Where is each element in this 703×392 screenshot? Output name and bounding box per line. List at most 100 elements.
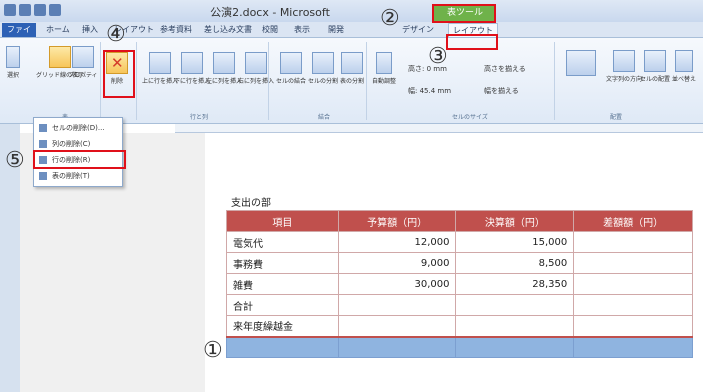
- distribute-cols-button[interactable]: 幅を揃える: [484, 86, 519, 96]
- table-row: 電気代 12,000 15,000: [226, 231, 693, 253]
- table-cell[interactable]: [455, 336, 575, 358]
- autofit-icon: [376, 52, 392, 74]
- group-label-merge: 結合: [318, 114, 331, 121]
- tab-review[interactable]: 校閲: [258, 23, 282, 37]
- table-row: 来年度繰越金: [226, 315, 693, 338]
- split-icon: [312, 52, 334, 74]
- insert-left-button[interactable]: 左に列を挿入: [206, 52, 242, 85]
- sort-icon: [675, 50, 693, 72]
- cell-margins-button[interactable]: セルの配置: [640, 50, 670, 83]
- table-cell[interactable]: [455, 315, 575, 338]
- properties-icon: [71, 46, 94, 68]
- table-cell[interactable]: 30,000: [337, 273, 457, 295]
- tab-insert[interactable]: 挿入: [78, 23, 102, 37]
- table-cell[interactable]: [573, 231, 693, 253]
- highlight-layout-tab: [446, 34, 498, 50]
- table-row: 事務費 9,000 8,500: [226, 252, 693, 274]
- insert-above-button[interactable]: 上に行を挿入: [142, 52, 178, 85]
- table-cell[interactable]: [573, 336, 693, 358]
- table-header: 決算額（円）: [455, 210, 575, 232]
- table-cell[interactable]: [337, 294, 457, 316]
- autofit-button[interactable]: 自動調整: [372, 52, 396, 85]
- step-number-5: ⑤: [5, 148, 25, 173]
- menu-delete-columns[interactable]: 列の削除(C): [36, 137, 121, 151]
- col-width-field[interactable]: 幅: 45.4 mm: [408, 86, 451, 96]
- word-icon: [4, 4, 16, 16]
- step-number-1: ①: [203, 338, 223, 363]
- table-cell[interactable]: 事務費: [226, 252, 339, 274]
- tab-view[interactable]: 表示: [290, 23, 314, 37]
- table-cell[interactable]: [573, 273, 693, 295]
- highlight-context-tab: [432, 4, 496, 23]
- group-label-rows-cols: 行と列: [190, 114, 209, 121]
- text-direction-icon: [613, 50, 635, 72]
- table-cell[interactable]: 合計: [226, 294, 339, 316]
- tab-design[interactable]: デザイン: [398, 23, 438, 37]
- properties-button[interactable]: プロパティ: [68, 46, 98, 79]
- menu-delete-table[interactable]: 表の削除(T): [36, 169, 121, 183]
- selected-table-row[interactable]: [226, 336, 693, 358]
- table-header: 項目: [226, 210, 339, 232]
- undo-icon[interactable]: [34, 4, 46, 16]
- ribbon-separator: [366, 42, 367, 120]
- cursor-icon: [6, 46, 20, 68]
- insert-col-left-icon: [213, 52, 235, 74]
- align-grid-icon: [566, 50, 596, 76]
- table-cell[interactable]: [573, 294, 693, 316]
- distribute-rows-button[interactable]: 高さを揃える: [484, 64, 526, 74]
- table-cell[interactable]: [573, 252, 693, 274]
- insert-below-button[interactable]: 下に行を挿入: [174, 52, 210, 85]
- table-cell[interactable]: [337, 336, 457, 358]
- horizontal-ruler: [175, 124, 703, 133]
- table-cell[interactable]: [337, 315, 457, 338]
- ribbon-separator: [268, 42, 269, 120]
- split-table-icon: [341, 52, 363, 74]
- table-cell[interactable]: 電気代: [226, 231, 339, 253]
- table-cell[interactable]: [455, 294, 575, 316]
- save-icon[interactable]: [19, 4, 31, 16]
- table-row: 合計: [226, 294, 693, 316]
- table-cell[interactable]: 8,500: [455, 252, 575, 274]
- group-label-cell-size: セルのサイズ: [452, 114, 488, 121]
- tab-file[interactable]: ファイル: [2, 23, 36, 48]
- tab-mailings[interactable]: 差し込み文書: [200, 23, 256, 37]
- merge-cells-button[interactable]: セルの結合: [276, 52, 306, 85]
- table-cell[interactable]: [573, 315, 693, 338]
- sort-button[interactable]: 並べ替え: [672, 50, 696, 83]
- split-cells-button[interactable]: セルの分割: [308, 52, 338, 85]
- alignment-grid-button[interactable]: [566, 50, 596, 76]
- redo-icon[interactable]: [49, 4, 61, 16]
- table-cell[interactable]: 12,000: [337, 231, 457, 253]
- table-header-row: 項目 予算額（円） 決算額（円） 差額額（円）: [226, 210, 693, 232]
- table-row: 雑費 30,000 28,350: [226, 273, 693, 295]
- split-table-button[interactable]: 表の分割: [340, 52, 364, 85]
- table-cell[interactable]: 来年度繰越金: [226, 315, 339, 338]
- tab-references[interactable]: 参考資料: [156, 23, 196, 37]
- title-bar: 公演2.docx - Microsoft Word 表ツール: [0, 0, 703, 33]
- step-number-3: ③: [428, 44, 448, 69]
- table-cell[interactable]: 9,000: [337, 252, 457, 274]
- text-direction-button[interactable]: 文字列の方向: [606, 50, 642, 83]
- table-header: 差額額（円）: [573, 210, 693, 232]
- group-label-alignment: 配置: [610, 114, 623, 121]
- insert-row-above-icon: [149, 52, 171, 74]
- step-number-2: ②: [380, 6, 400, 31]
- section-heading: 支出の部: [231, 198, 271, 209]
- table-cell[interactable]: 15,000: [455, 231, 575, 253]
- merge-icon: [280, 52, 302, 74]
- ribbon-separator: [136, 42, 137, 120]
- table-header: 予算額（円）: [337, 210, 457, 232]
- tab-home[interactable]: ホーム: [42, 23, 74, 37]
- cell-margins-icon: [644, 50, 666, 72]
- step-number-4: ④: [106, 22, 126, 47]
- highlight-delete-rows-item: [33, 150, 126, 169]
- expense-table: 項目 予算額（円） 決算額（円） 差額額（円） 電気代 12,000 15,00…: [226, 210, 693, 358]
- menu-delete-cells[interactable]: セルの削除(D)...: [36, 121, 121, 135]
- table-cell[interactable]: 28,350: [455, 273, 575, 295]
- tab-developer[interactable]: 開発: [324, 23, 348, 37]
- select-button[interactable]: 選択: [6, 46, 20, 79]
- table-cell[interactable]: [226, 336, 339, 358]
- table-cell[interactable]: 雑費: [226, 273, 339, 295]
- insert-row-below-icon: [181, 52, 203, 74]
- ribbon-separator: [100, 42, 101, 120]
